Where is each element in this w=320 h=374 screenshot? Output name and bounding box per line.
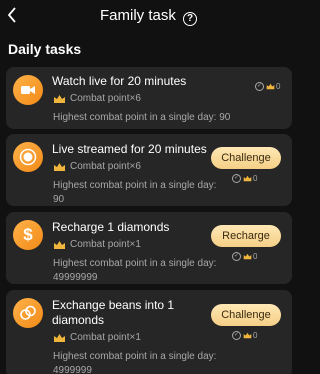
check-circle-icon: ✓ [232, 252, 241, 261]
combat-row: Combat point×6 [53, 93, 141, 104]
task-card-3: $ Recharge 1 diamonds Combat point×1 Hig… [6, 212, 292, 284]
crown-icon [243, 175, 252, 182]
status-indicator: ✓ 0 [255, 82, 280, 91]
status-count: 0 [253, 331, 258, 340]
status-count: 0 [253, 174, 258, 183]
header: Family task ? [0, 0, 297, 32]
task-title: Exchange beans into 1 diamonds [52, 298, 175, 327]
video-camera-icon [13, 75, 43, 105]
combat-point: Combat point×6 [70, 93, 141, 104]
check-circle-icon: ✓ [232, 331, 241, 340]
task-card-4: Exchange beans into 1 diamonds Combat po… [6, 290, 292, 374]
help-icon[interactable]: ? [183, 12, 197, 26]
combat-point: Combat point×6 [70, 161, 141, 172]
combat-point: Combat point×1 [70, 239, 141, 250]
task-desc: Highest combat point in a single day: 49… [53, 258, 217, 283]
task-card-1: Watch live for 20 minutes Combat point×6… [6, 67, 292, 129]
page-title: Family task [99, 7, 176, 24]
dollar-icon: $ [13, 220, 43, 250]
status-indicator: ✓ 0 [232, 252, 257, 261]
crown-icon [54, 333, 65, 342]
combat-row: Combat point×6 [53, 161, 141, 172]
status-count: 0 [276, 82, 281, 91]
challenge-button[interactable]: Challenge [211, 304, 281, 326]
section-title: Daily tasks [8, 41, 82, 57]
live-icon [13, 142, 43, 172]
task-desc: Highest combat point in a single day: 90 [53, 180, 217, 205]
crown-icon [243, 253, 252, 260]
task-desc: Highest combat point in a single day: 90 [53, 112, 231, 123]
crown-icon [54, 94, 65, 103]
crown-icon [54, 162, 65, 171]
crown-icon [266, 83, 275, 90]
status-indicator: ✓ 0 [232, 331, 257, 340]
check-circle-icon: ✓ [232, 174, 241, 183]
task-title: Live streamed for 20 minutes [52, 142, 207, 156]
status-indicator: ✓ 0 [232, 174, 257, 183]
combat-row: Combat point×1 [53, 332, 141, 343]
crown-icon [243, 332, 252, 339]
challenge-button[interactable]: Challenge [211, 147, 281, 169]
task-title: Recharge 1 diamonds [52, 220, 170, 234]
page-title-wrap: Family task ? [0, 6, 297, 26]
task-desc: Highest combat point in a single day: 49… [53, 351, 217, 374]
task-card-2: Live streamed for 20 minutes Combat poin… [6, 134, 292, 206]
combat-row: Combat point×1 [53, 239, 141, 250]
exchange-icon [13, 298, 43, 328]
task-title: Watch live for 20 minutes [52, 74, 187, 88]
combat-point: Combat point×1 [70, 332, 141, 343]
check-circle-icon: ✓ [255, 82, 264, 91]
recharge-button[interactable]: Recharge [211, 225, 281, 247]
status-count: 0 [253, 252, 258, 261]
crown-icon [54, 240, 65, 249]
